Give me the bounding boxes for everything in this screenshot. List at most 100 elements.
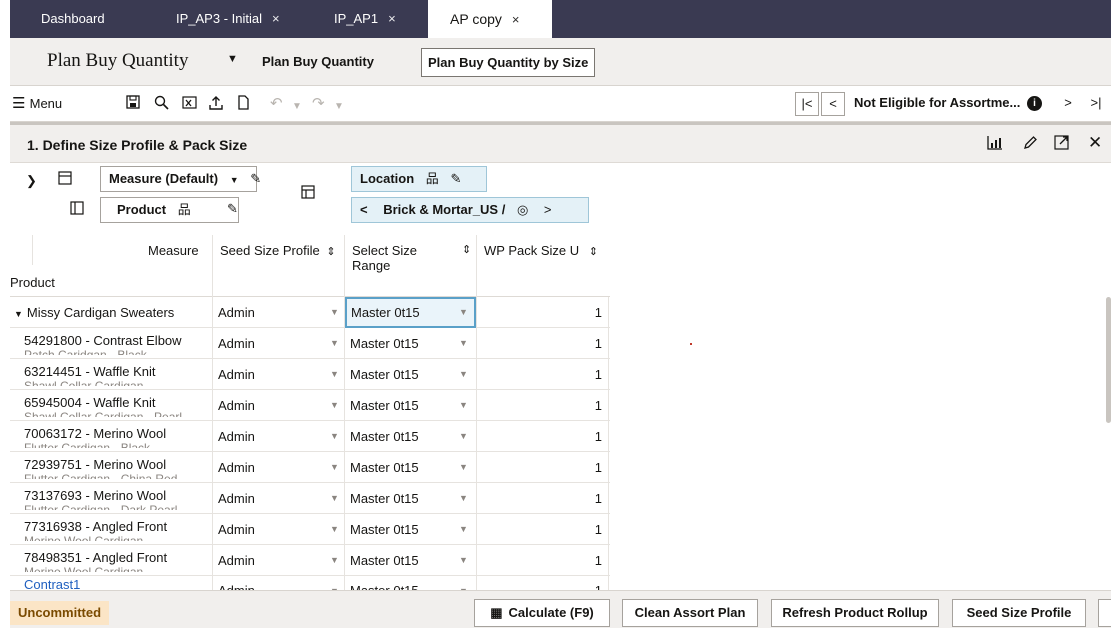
- menu-button[interactable]: ☰ Menu: [12, 95, 62, 113]
- wp-pack-size-cell[interactable]: 1: [480, 328, 602, 359]
- plan-title[interactable]: Plan Buy Quantity: [47, 50, 188, 72]
- close-icon[interactable]: ×: [388, 11, 396, 26]
- seed-size-profile-cell[interactable]: Admin▼: [218, 359, 342, 390]
- save-icon[interactable]: [126, 95, 140, 114]
- search-icon[interactable]: [154, 95, 169, 115]
- undo-icon[interactable]: ↶: [270, 95, 283, 113]
- table-row[interactable]: 78498351 - Angled Front Merino Wool Cardi…: [10, 545, 610, 576]
- chevron-down-icon[interactable]: ▼: [330, 483, 339, 514]
- sort-icon[interactable]: ⇕: [589, 246, 598, 258]
- row-layout-icon[interactable]: [58, 171, 72, 188]
- tab-dashboard[interactable]: Dashboard: [41, 0, 105, 38]
- table-row[interactable]: 77316938 - Angled Front Merino Wool Cardi…: [10, 514, 610, 545]
- select-size-range-cell[interactable]: Master 0t15▼: [350, 328, 476, 359]
- select-size-range-cell[interactable]: Master 0t15▼: [350, 545, 476, 576]
- tab-ap-copy[interactable]: AP copy ×: [428, 0, 552, 38]
- edit-icon[interactable]: ✎: [227, 201, 238, 217]
- excel-export-icon[interactable]: [182, 95, 197, 115]
- select-size-range-cell[interactable]: Master 0t15▼: [350, 390, 476, 421]
- target-icon[interactable]: ◎: [517, 202, 528, 217]
- wp-pack-size-cell[interactable]: 1: [480, 359, 602, 390]
- table-row[interactable]: ▼ Missy Cardigan Sweaters Admin ▼ Master 0…: [10, 297, 610, 328]
- chevron-down-icon[interactable]: ▼: [330, 297, 339, 328]
- table-row[interactable]: 63214451 - Waffle Knit Shawl Collar Cardi…: [10, 359, 610, 390]
- tab-plan-buy-quantity[interactable]: Plan Buy Quantity: [256, 48, 380, 77]
- seed-size-profile-cell[interactable]: Admin▼: [218, 328, 342, 359]
- chevron-down-icon[interactable]: ▼: [459, 452, 468, 483]
- chevron-down-icon[interactable]: ▼: [330, 421, 339, 452]
- chevron-down-icon[interactable]: ▼: [459, 421, 468, 452]
- vertical-scrollbar[interactable]: [1106, 297, 1111, 423]
- chevron-right-icon[interactable]: >: [1056, 92, 1080, 116]
- redo-icon[interactable]: ↷: [312, 95, 325, 113]
- column-header-wp-pack-size[interactable]: WP Pack Size U ⇕: [484, 243, 598, 258]
- tab-plan-buy-quantity-by-size[interactable]: Plan Buy Quantity by Size: [421, 48, 596, 77]
- chevron-down-icon[interactable]: ▼: [230, 175, 239, 185]
- seed-size-profile-cell[interactable]: Admin▼: [218, 545, 342, 576]
- edit-icon[interactable]: [1023, 135, 1038, 154]
- chevron-down-icon[interactable]: ▼: [330, 452, 339, 483]
- tab-ip-ap1[interactable]: IP_AP1 ×: [334, 0, 396, 38]
- chevron-left-icon[interactable]: <: [821, 92, 845, 116]
- wp-pack-size-cell[interactable]: 1: [480, 421, 602, 452]
- chevron-down-icon[interactable]: ▼: [330, 514, 339, 545]
- measure-chip[interactable]: Measure (Default) ▼ ✎: [100, 166, 261, 192]
- chevron-down-icon[interactable]: ▼: [330, 328, 339, 359]
- chevron-down-icon[interactable]: ▼: [330, 545, 339, 576]
- tab-ip-ap3-initial[interactable]: IP_AP3 - Initial ×: [176, 0, 280, 38]
- chevron-down-icon[interactable]: ▼: [459, 299, 468, 326]
- wp-pack-size-cell[interactable]: 1: [480, 297, 602, 328]
- hierarchy-icon[interactable]: 品: [178, 202, 191, 217]
- chevron-down-icon[interactable]: ▼: [459, 483, 468, 514]
- collapse-toolbar-icon[interactable]: ❯: [26, 173, 37, 189]
- seed-size-profile-cell[interactable]: Admin▼: [218, 452, 342, 483]
- chevron-down-icon[interactable]: ▼: [227, 53, 238, 65]
- location-member-navigator[interactable]: < Brick & Mortar_US / ◎ >: [351, 197, 589, 223]
- chevron-down-icon[interactable]: ▼: [330, 390, 339, 421]
- seed-size-profile-button[interactable]: Seed Size Profile: [952, 599, 1086, 627]
- seed-size-profile-cell[interactable]: Admin▼: [218, 297, 342, 328]
- clean-assort-plan-button[interactable]: Clean Assort Plan: [622, 599, 758, 627]
- select-size-range-cell[interactable]: Master 0t15▼: [345, 297, 476, 328]
- select-size-range-cell[interactable]: Master 0t15▼: [350, 514, 476, 545]
- edit-icon[interactable]: ✎: [450, 171, 461, 186]
- caret-down-icon[interactable]: ▼: [14, 309, 23, 319]
- table-row[interactable]: 72939751 - Merino Wool Flutter Cardigan -…: [10, 452, 610, 483]
- product-chip[interactable]: Product 品: [100, 197, 239, 223]
- close-icon[interactable]: ✕: [1088, 133, 1102, 153]
- column-header-seed-size-profile[interactable]: Seed Size Profile ⇕: [220, 243, 336, 258]
- more-button[interactable]: [1098, 599, 1111, 627]
- table-row[interactable]: 73137693 - Merino Wool Flutter Cardigan -…: [10, 483, 610, 514]
- wp-pack-size-cell[interactable]: 1: [480, 514, 602, 545]
- seed-size-profile-cell[interactable]: Admin▼: [218, 421, 342, 452]
- sort-icon[interactable]: ⇕: [462, 243, 471, 258]
- refresh-product-rollup-button[interactable]: Refresh Product Rollup: [771, 599, 939, 627]
- wp-pack-size-cell[interactable]: 1: [480, 545, 602, 576]
- calculate-button[interactable]: ▦ Calculate (F9): [474, 599, 610, 627]
- sort-icon[interactable]: ⇕: [326, 246, 335, 258]
- wp-pack-size-cell[interactable]: 1: [480, 483, 602, 514]
- last-page-icon[interactable]: >|: [1084, 92, 1108, 116]
- chevron-down-icon[interactable]: ▼: [459, 328, 468, 359]
- edit-icon[interactable]: ✎: [250, 171, 261, 186]
- pivot-layout-icon[interactable]: [301, 185, 315, 202]
- chevron-down-icon[interactable]: ▼: [459, 545, 468, 576]
- chevron-left-icon[interactable]: <: [360, 202, 368, 217]
- chevron-down-icon[interactable]: ▼: [334, 98, 344, 116]
- location-chip[interactable]: Location 品 ✎: [351, 166, 487, 192]
- chevron-down-icon[interactable]: ▼: [459, 514, 468, 545]
- chart-icon[interactable]: [987, 135, 1003, 154]
- wp-pack-size-cell[interactable]: 1: [480, 390, 602, 421]
- expand-icon[interactable]: [1054, 135, 1069, 154]
- select-size-range-cell[interactable]: Master 0t15▼: [350, 421, 476, 452]
- first-page-icon[interactable]: |<: [795, 92, 819, 116]
- close-icon[interactable]: ×: [272, 11, 280, 26]
- table-row[interactable]: 70063172 - Merino Wool Flutter Cardigan -…: [10, 421, 610, 452]
- column-header-select-size-range[interactable]: Select Size ⇕ Range: [352, 243, 478, 273]
- chevron-down-icon[interactable]: ▼: [292, 98, 302, 116]
- info-icon[interactable]: i: [1027, 96, 1042, 111]
- table-row[interactable]: 65945004 - Waffle Knit Shawl Collar Cardi…: [10, 390, 610, 421]
- navigator-filter-text[interactable]: Not Eligible for Assortme...: [854, 92, 1020, 116]
- chevron-down-icon[interactable]: ▼: [330, 359, 339, 390]
- select-size-range-cell[interactable]: Master 0t15▼: [350, 452, 476, 483]
